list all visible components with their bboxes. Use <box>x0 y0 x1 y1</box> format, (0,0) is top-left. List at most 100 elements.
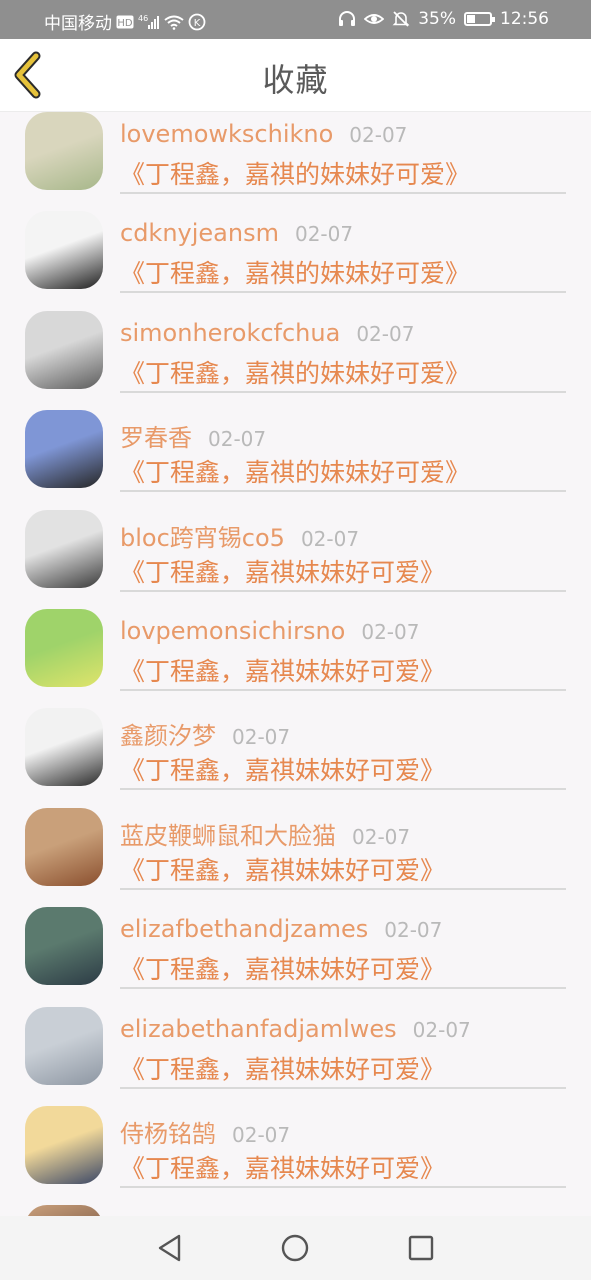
item-date: 02-07 <box>300 527 360 551</box>
item-meta: lovpemonsichirsno 02-07 《丁程鑫，嘉祺妹妹好可爱》 <box>120 609 566 691</box>
collected-title[interactable]: 《丁程鑫，嘉祺妹妹好可爱》 <box>120 851 445 887</box>
user-name[interactable]: 鑫颜汐梦 02-07 <box>120 716 290 751</box>
list-item[interactable]: bloc跨宵锡co5 02-07 《丁程鑫，嘉祺妹妹好可爱》 <box>0 510 591 609</box>
collected-title[interactable]: 《丁程鑫，嘉祺的妹妹好可爱》 <box>120 453 470 489</box>
item-date: 02-07 <box>232 1123 291 1147</box>
collected-title[interactable]: 《丁程鑫，嘉祺妹妹好可爱》 <box>120 1050 445 1086</box>
status-left: 中国移动 HD 46 K <box>44 9 206 34</box>
list-item[interactable]: 鑫颜汐梦 02-07 《丁程鑫，嘉祺妹妹好可爱》 <box>0 708 591 807</box>
item-meta: cdknyjeansm 02-07 《丁程鑫，嘉祺的妹妹好可爱》 <box>120 211 566 293</box>
avatar[interactable] <box>25 1205 103 1216</box>
wifi-icon <box>164 14 184 30</box>
page-title: 收藏 <box>262 61 329 99</box>
list-item[interactable]: lovemowkschikno 02-07 《丁程鑫，嘉祺的妹妹好可爱》 <box>0 112 591 211</box>
avatar[interactable] <box>25 510 103 588</box>
item-date: 02-07 <box>384 918 443 942</box>
user-name-text: bloc跨宵锡co5 <box>120 524 285 552</box>
user-name-text: 侍杨铭鹄 <box>120 1120 216 1148</box>
item-meta: 鑫颜汐梦 02-07 《丁程鑫，嘉祺妹妹好可爱》 <box>120 708 566 790</box>
collected-title[interactable]: 《丁程鑫，嘉祺的妹妹好可爱》 <box>120 254 470 290</box>
avatar[interactable] <box>25 311 103 389</box>
avatar[interactable] <box>25 609 103 687</box>
item-meta: 罗春香 02-07 《丁程鑫，嘉祺的妹妹好可爱》 <box>120 410 566 492</box>
list-item[interactable]: simonherokcfchua 02-07 《丁程鑫，嘉祺的妹妹好可爱》 <box>0 311 591 410</box>
list-item[interactable]: 蓝皮鞭蛳鼠和大脸猫 02-07 《丁程鑫，嘉祺妹妹好可爱》 <box>0 808 591 907</box>
item-meta: elizabethanfadjamlwes 02-07 《丁程鑫，嘉祺妹妹好可爱》 <box>120 1007 566 1089</box>
eye-icon <box>364 11 385 27</box>
user-name[interactable]: 蓝皮鞭蛳鼠和大脸猫 02-07 <box>120 816 410 851</box>
item-date: 02-07 <box>232 725 291 749</box>
user-name[interactable]: lovpemonsichirsno 02-07 <box>120 617 419 645</box>
list-item[interactable]: cdknyjeansm 02-07 《丁程鑫，嘉祺的妹妹好可爱》 <box>0 211 591 310</box>
collected-title[interactable]: 《丁程鑫，嘉祺妹妹好可爱》 <box>120 751 445 787</box>
user-name[interactable]: simonherokcfchua 02-07 <box>120 319 414 347</box>
item-meta: elizafbethandjzames 02-07 《丁程鑫，嘉祺妹妹好可爱》 <box>120 907 566 989</box>
home-circle-icon <box>281 1234 309 1262</box>
avatar[interactable] <box>25 1007 103 1085</box>
collected-title[interactable]: 《丁程鑫，嘉祺妹妹好可爱》 <box>120 553 445 589</box>
battery-percent: 35% <box>418 9 456 29</box>
carrier-label: 中国移动 <box>44 14 112 34</box>
avatar[interactable] <box>25 211 103 289</box>
item-date: 02-07 <box>294 222 354 246</box>
status-bar: 中国移动 HD 46 K 35% 12:56 <box>0 0 591 39</box>
list-item[interactable]: 侍杨铭鹄 02-07 《丁程鑫，嘉祺妹妹好可爱》 <box>0 1106 591 1205</box>
user-name-text: lovpemonsichirsno <box>120 617 346 645</box>
status-time: 12:56 <box>500 9 549 29</box>
nav-home-button[interactable] <box>277 1230 313 1266</box>
user-name-text: lovemowkschikno <box>120 120 334 148</box>
avatar[interactable] <box>25 112 103 190</box>
user-name-text: 罗春香 <box>120 424 192 452</box>
headphone-icon <box>338 10 356 28</box>
item-meta: lovemowkschikno 02-07 《丁程鑫，嘉祺的妹妹好可爱》 <box>120 112 566 194</box>
item-date: 02-07 <box>352 825 411 849</box>
item-date: 02-07 <box>208 427 267 451</box>
collected-title[interactable]: 《丁程鑫，嘉祺的妹妹好可爱》 <box>120 155 470 191</box>
k-icon: K <box>188 13 206 31</box>
avatar[interactable] <box>25 808 103 886</box>
avatar[interactable] <box>25 708 103 786</box>
item-date: 02-07 <box>349 123 408 147</box>
collected-title[interactable]: 《丁程鑫，嘉祺妹妹好可爱》 <box>120 950 445 986</box>
svg-text:HD: HD <box>117 18 133 29</box>
user-name[interactable]: 侍杨铭鹄 02-07 <box>120 1114 290 1149</box>
signal-icon: 46 <box>138 14 160 30</box>
item-meta: bloc跨宵锡co5 02-07 《丁程鑫，嘉祺妹妹好可爱》 <box>120 510 566 592</box>
user-name[interactable]: lovemowkschikno 02-07 <box>120 120 407 148</box>
list-item[interactable]: lovpemonsichirsno 02-07 《丁程鑫，嘉祺妹妹好可爱》 <box>0 609 591 708</box>
user-name-text: 鑫颜汐梦 <box>120 722 216 750</box>
list-item[interactable]: elizafbethandjzames 02-07 《丁程鑫，嘉祺妹妹好可爱》 <box>0 907 591 1006</box>
item-meta: 侍杨铭鹄 02-07 《丁程鑫，嘉祺妹妹好可爱》 <box>120 1106 566 1188</box>
avatar[interactable] <box>25 1106 103 1184</box>
collected-title[interactable]: 《丁程鑫，嘉祺妹妹好可爱》 <box>120 1149 445 1185</box>
avatar[interactable] <box>25 410 103 488</box>
user-name[interactable]: elizafbethandjzames 02-07 <box>120 915 442 943</box>
user-name[interactable]: elizabethanfadjamlwes 02-07 <box>120 1015 471 1043</box>
battery-level <box>467 15 475 23</box>
collected-title[interactable]: 《丁程鑫，嘉祺的妹妹好可爱》 <box>120 354 470 390</box>
collected-title[interactable]: 《丁程鑫，嘉祺妹妹好可爱》 <box>120 652 445 688</box>
user-name-text: cdknyjeansm <box>120 219 279 247</box>
user-name-text: simonherokcfchua <box>120 319 341 347</box>
hd-icon: HD <box>116 15 134 29</box>
user-name[interactable]: bloc跨宵锡co5 02-07 <box>120 518 359 553</box>
battery-icon <box>464 12 495 26</box>
item-meta: simonherokcfchua 02-07 《丁程鑫，嘉祺的妹妹好可爱》 <box>120 311 566 393</box>
avatar[interactable] <box>25 907 103 985</box>
svg-text:46: 46 <box>138 14 148 23</box>
favorites-list: lovemowkschikno 02-07 《丁程鑫，嘉祺的妹妹好可爱》 cdknyj… <box>0 111 591 1216</box>
status-right: 35% 12:56 <box>338 9 549 29</box>
nav-back-button[interactable] <box>152 1230 188 1266</box>
nav-recents-button[interactable] <box>402 1230 438 1266</box>
list-item[interactable]: elizabethanfadjamlwes 02-07 《丁程鑫，嘉祺妹妹好可爱》 <box>0 1007 591 1106</box>
user-name[interactable]: cdknyjeansm 02-07 <box>120 219 353 247</box>
app-header: 收藏 <box>0 39 591 112</box>
user-name-text: elizabethanfadjamlwes <box>120 1015 397 1043</box>
recents-square-icon <box>408 1235 434 1261</box>
item-date: 02-07 <box>361 620 420 644</box>
user-name[interactable]: 罗春香 02-07 <box>120 418 266 453</box>
list-item[interactable]: 罗春香 02-07 《丁程鑫，嘉祺的妹妹好可爱》 <box>0 410 591 509</box>
back-triangle-icon <box>158 1234 181 1262</box>
mute-bell-icon <box>392 10 410 28</box>
item-date: 02-07 <box>356 322 415 346</box>
